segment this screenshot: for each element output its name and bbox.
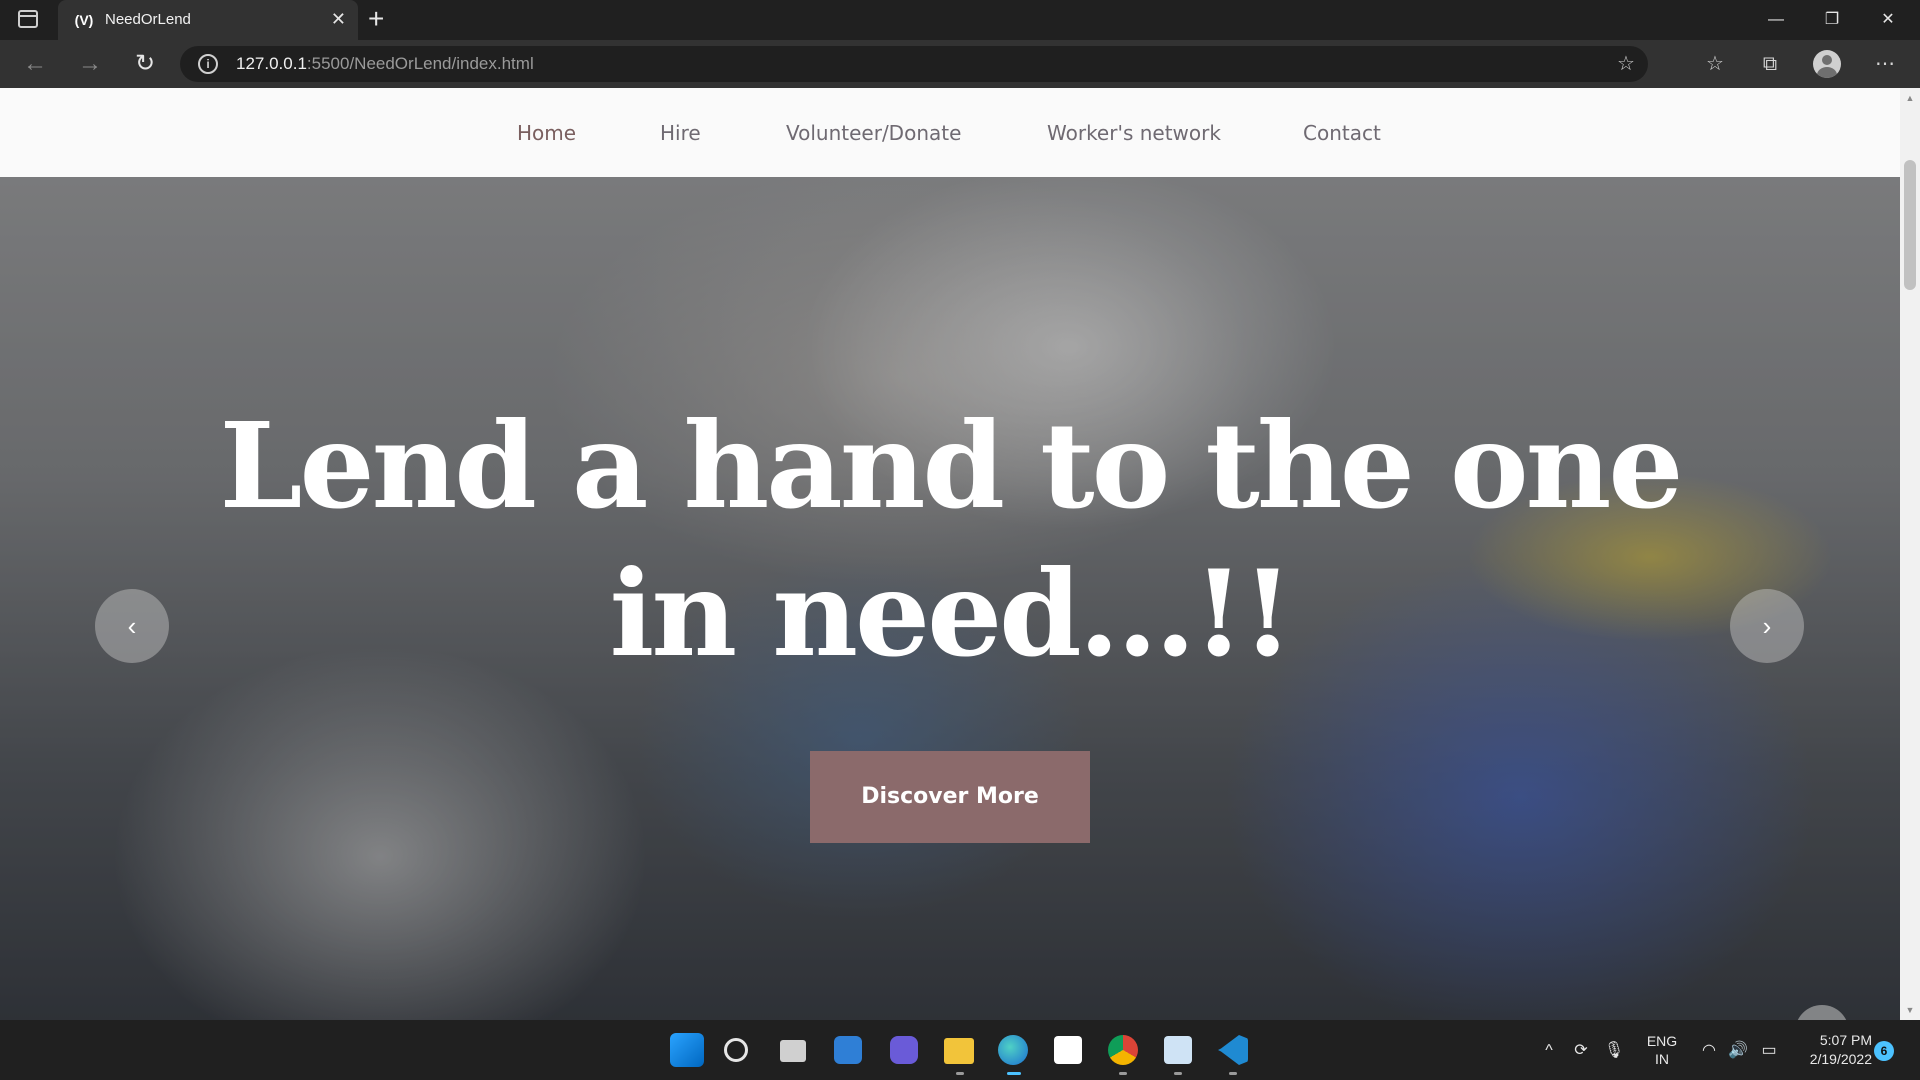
task-view-icon[interactable] (780, 1040, 806, 1062)
tab-title: NeedOrLend (105, 11, 191, 28)
carousel-next-icon[interactable]: › (1730, 589, 1804, 663)
favorites-icon[interactable]: ☆ (1700, 50, 1730, 78)
site-navbar: Home Hire Volunteer/Donate Worker's netw… (0, 88, 1900, 177)
chrome-running-indicator (1119, 1072, 1127, 1075)
edge-icon[interactable] (998, 1035, 1028, 1065)
close-window-button[interactable]: ✕ (1860, 0, 1916, 40)
paint-running-indicator (1174, 1072, 1182, 1075)
language-indicator[interactable]: ENG IN (1644, 1033, 1680, 1067)
discover-more-button[interactable]: Discover More (810, 751, 1090, 843)
scroll-thumb[interactable] (1904, 160, 1916, 290)
widgets-icon[interactable] (834, 1036, 862, 1064)
nav-volunteer-donate[interactable]: Volunteer/Donate (786, 121, 961, 145)
back-icon[interactable]: ← (20, 50, 50, 78)
restore-button[interactable]: ❐ (1804, 0, 1860, 40)
favicon-icon: (V) (74, 12, 94, 28)
chrome-icon[interactable] (1108, 1035, 1138, 1065)
nav-contact[interactable]: Contact (1303, 121, 1381, 145)
new-tab-button[interactable]: + (368, 4, 384, 34)
file-explorer-running-indicator (956, 1072, 964, 1075)
microphone-icon[interactable]: 🎙 (1603, 1040, 1625, 1062)
wifi-icon[interactable]: ◠ (1698, 1040, 1720, 1062)
store-icon[interactable] (1054, 1036, 1082, 1064)
tray-overflow-chevron-icon[interactable]: ^ (1538, 1040, 1560, 1062)
browser-tab-bar: (V) NeedOrLend ✕ + — ❐ ✕ (0, 0, 1920, 40)
page-scrollbar[interactable]: ▲ ▼ (1900, 88, 1920, 1020)
page-viewport: Home Hire Volunteer/Donate Worker's netw… (0, 88, 1920, 1020)
collections-icon[interactable]: ⧉ (1755, 50, 1785, 78)
vscode-icon[interactable] (1218, 1035, 1248, 1065)
taskbar: ^ ⟳ 🎙 ENG IN ◠ 🔊 ▭ 5:07 PM 2/19/2022 6 (0, 1020, 1920, 1080)
clock[interactable]: 5:07 PM 2/19/2022 (1792, 1032, 1872, 1067)
paint-icon[interactable] (1164, 1036, 1192, 1064)
clock-time: 5:07 PM (1819, 1032, 1872, 1048)
language-code: ENG (1646, 1033, 1678, 1049)
sync-icon[interactable]: ⟳ (1570, 1040, 1592, 1062)
notification-badge[interactable]: 6 (1874, 1041, 1894, 1061)
url-path: :5500/NeedOrLend/index.html (306, 54, 534, 73)
browser-tab[interactable]: (V) NeedOrLend ✕ (58, 0, 358, 40)
tab-close-icon[interactable]: ✕ (331, 8, 346, 30)
hero-heading-line-2: in need...!! (609, 544, 1294, 683)
refresh-icon[interactable]: ↻ (130, 50, 160, 78)
address-bar[interactable]: i 127.0.0.1:5500/NeedOrLend/index.html ☆ (180, 46, 1648, 82)
volume-icon[interactable]: 🔊 (1727, 1040, 1749, 1062)
add-favorite-icon[interactable]: ☆ (1614, 52, 1638, 76)
file-explorer-icon[interactable] (944, 1038, 974, 1064)
url-text[interactable]: 127.0.0.1:5500/NeedOrLend/index.html (236, 54, 534, 74)
edge-active-indicator (1007, 1072, 1021, 1075)
search-icon[interactable] (724, 1038, 748, 1062)
clock-date: 2/19/2022 (1809, 1051, 1872, 1067)
minimize-button[interactable]: — (1748, 0, 1804, 40)
start-icon[interactable] (670, 1033, 704, 1067)
hero-heading: Lend a hand to the one in need...!! (180, 392, 1720, 688)
browser-toolbar: ← → ↻ i 127.0.0.1:5500/NeedOrLend/index.… (0, 40, 1920, 88)
carousel-prev-icon[interactable]: ‹ (95, 589, 169, 663)
chat-icon[interactable] (890, 1036, 918, 1064)
vscode-running-indicator (1229, 1072, 1237, 1075)
scroll-up-icon[interactable]: ▲ (1900, 90, 1920, 106)
tab-actions-icon[interactable] (18, 10, 38, 28)
hero-carousel: Lend a hand to the one in need...!! (0, 177, 1900, 1020)
scroll-down-icon[interactable]: ▼ (1900, 1002, 1920, 1018)
nav-workers-network[interactable]: Worker's network (1047, 121, 1221, 145)
nav-home[interactable]: Home (517, 121, 576, 145)
url-host: 127.0.0.1 (236, 54, 307, 73)
more-options-icon[interactable]: ⋯ (1870, 50, 1900, 78)
forward-icon[interactable]: → (75, 50, 105, 78)
site-info-icon[interactable]: i (198, 54, 218, 74)
profile-avatar-icon[interactable] (1813, 50, 1841, 78)
language-region: IN (1655, 1051, 1669, 1067)
hero-heading-line-1: Lend a hand to the one (219, 396, 1684, 535)
nav-hire[interactable]: Hire (660, 121, 701, 145)
battery-icon[interactable]: ▭ (1758, 1040, 1780, 1062)
